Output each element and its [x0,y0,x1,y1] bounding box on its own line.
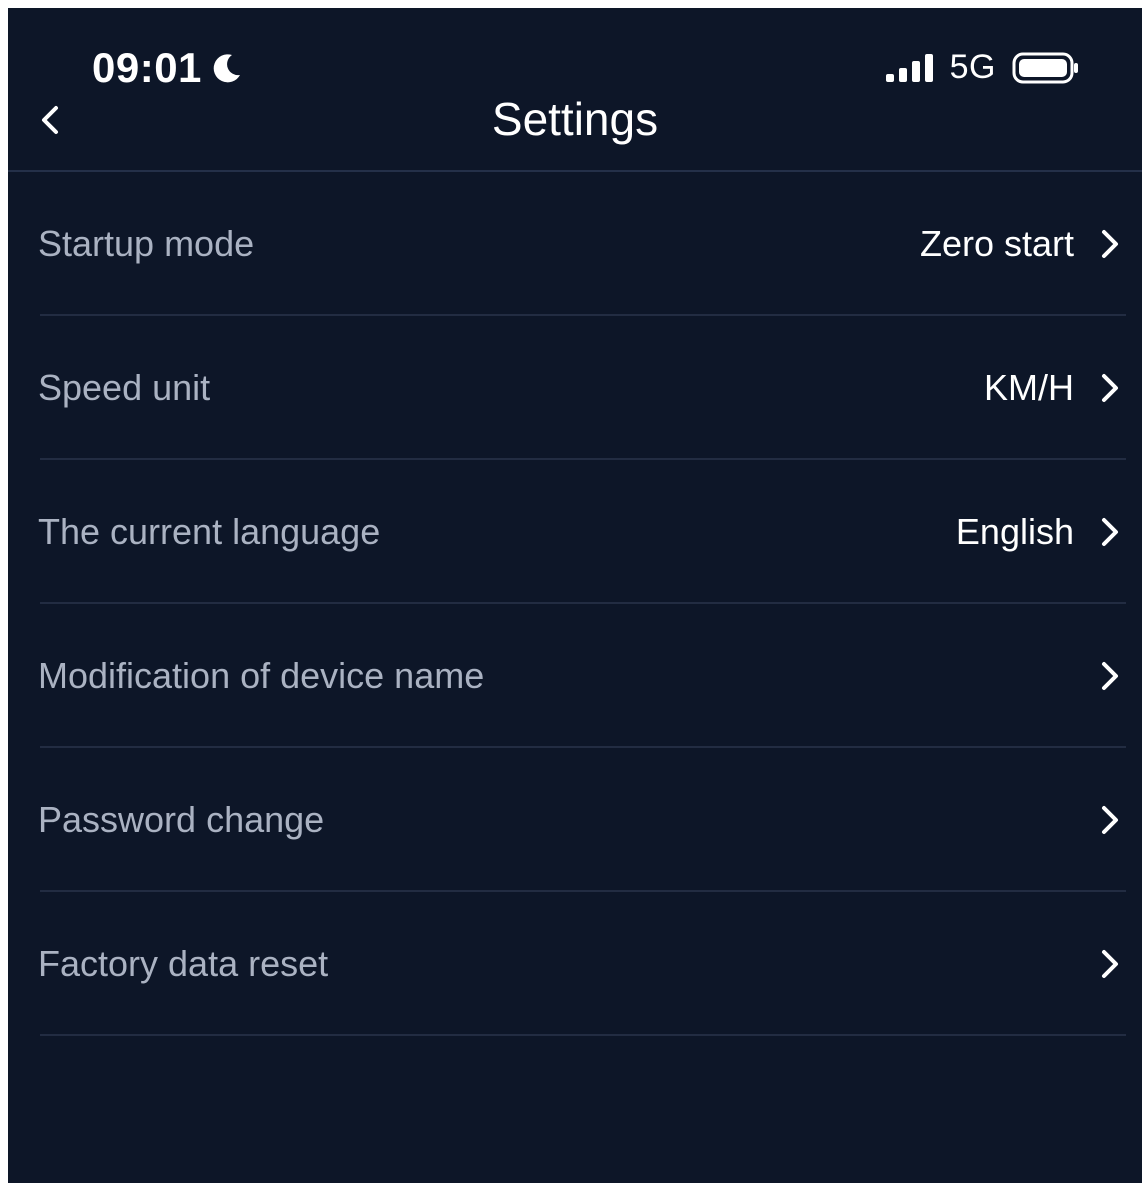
row-value: English [955,511,1074,552]
chevron-right-icon [1102,374,1118,402]
chevron-right-icon [1102,662,1118,690]
settings-row-device-name[interactable]: Modification of device name [8,604,1142,748]
settings-row-startup-mode[interactable]: Startup mode Zero start [8,172,1142,316]
settings-row-factory-reset[interactable]: Factory data reset [8,892,1142,1036]
chevron-right-icon [1102,230,1118,258]
settings-list: Startup mode Zero start Speed unit KM/H … [8,172,1142,1036]
row-value: KM/H [984,367,1074,408]
row-label: Speed unit [38,367,211,408]
row-label: Modification of device name [38,655,485,696]
row-value: Zero start [919,223,1074,264]
settings-row-current-language[interactable]: The current language English [8,460,1142,604]
chevron-right-icon [1102,950,1118,978]
row-label: Startup mode [38,223,255,264]
row-label: The current language [38,511,381,552]
settings-row-speed-unit[interactable]: Speed unit KM/H [8,316,1142,460]
row-label: Factory data reset [38,943,329,984]
navigation-bar: Settings [8,78,1142,172]
phone-screen: 09:01 5G Settings Startup mode Zero star… [8,8,1142,1183]
chevron-right-icon [1102,518,1118,546]
chevron-right-icon [1102,806,1118,834]
settings-row-password-change[interactable]: Password change [8,748,1142,892]
row-label: Password change [38,799,325,840]
page-title: Settings [491,93,659,145]
